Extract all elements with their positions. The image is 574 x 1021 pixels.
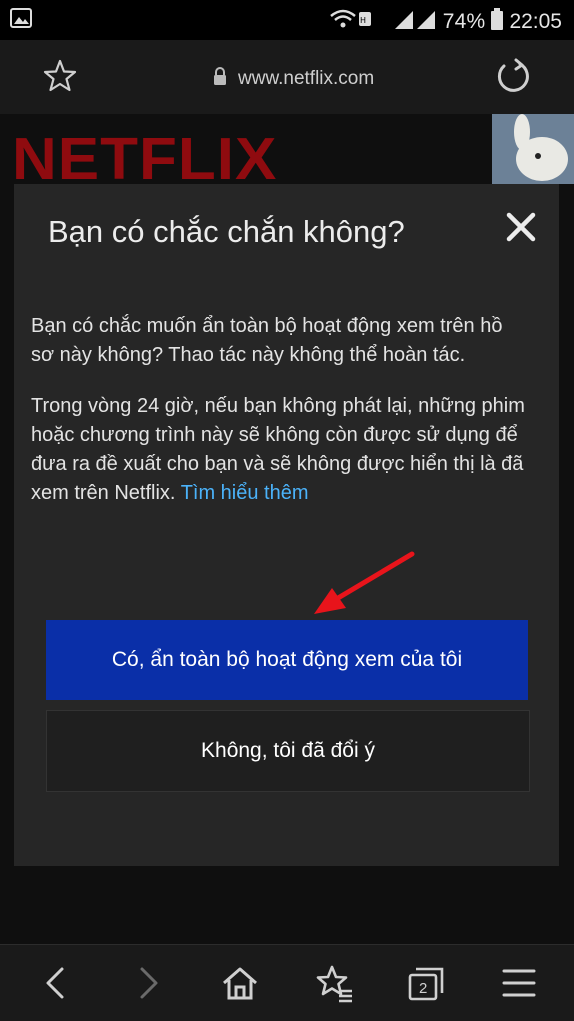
- lock-icon: [212, 66, 228, 92]
- reload-icon[interactable]: [494, 58, 532, 101]
- wifi-icon: H: [329, 8, 389, 36]
- svg-text:H: H: [360, 16, 366, 25]
- menu-icon[interactable]: [500, 963, 540, 1003]
- battery-percent: 74%: [442, 10, 486, 33]
- bookmarks-icon[interactable]: [314, 963, 354, 1003]
- confirm-hide-button[interactable]: Có, ẩn toàn bộ hoạt động xem của tôi: [46, 620, 528, 700]
- learn-more-link[interactable]: Tìm hiểu thêm: [181, 482, 309, 504]
- home-icon[interactable]: [220, 963, 260, 1003]
- url-text: www.netflix.com: [238, 68, 375, 89]
- forward-icon[interactable]: [128, 963, 168, 1003]
- dialog-paragraph: Trong vòng 24 giờ, nếu bạn không phát lạ…: [31, 392, 531, 508]
- bookmark-star-icon[interactable]: [42, 58, 78, 99]
- profile-thumbnail: [492, 114, 574, 184]
- tabs-icon[interactable]: 2: [406, 963, 446, 1003]
- back-icon[interactable]: [36, 963, 76, 1003]
- browser-toolbar: www.netflix.com: [0, 40, 574, 115]
- dialog-body: Bạn có chắc muốn ẩn toàn bộ hoạt động xe…: [31, 312, 531, 530]
- clock: 22:05: [509, 10, 562, 33]
- dialog-title: Bạn có chắc chắn không?: [48, 214, 405, 249]
- tab-count: 2: [419, 980, 428, 997]
- dialog-paragraph: Bạn có chắc muốn ẩn toàn bộ hoạt động xe…: [31, 315, 503, 366]
- close-icon[interactable]: [504, 210, 538, 244]
- browser-bottom-bar: 2: [0, 944, 574, 1021]
- address-bar[interactable]: www.netflix.com: [212, 66, 374, 92]
- cancel-button[interactable]: Không, tôi đã đổi ý: [46, 710, 530, 792]
- annotation-arrow: [300, 548, 420, 633]
- battery-icon: [491, 8, 504, 36]
- gallery-icon: [10, 8, 32, 34]
- status-bar: H 74% 22:05: [0, 0, 574, 40]
- signal-icon: [394, 9, 437, 35]
- confirm-dialog: Bạn có chắc chắn không? Bạn có chắc muốn…: [14, 184, 559, 866]
